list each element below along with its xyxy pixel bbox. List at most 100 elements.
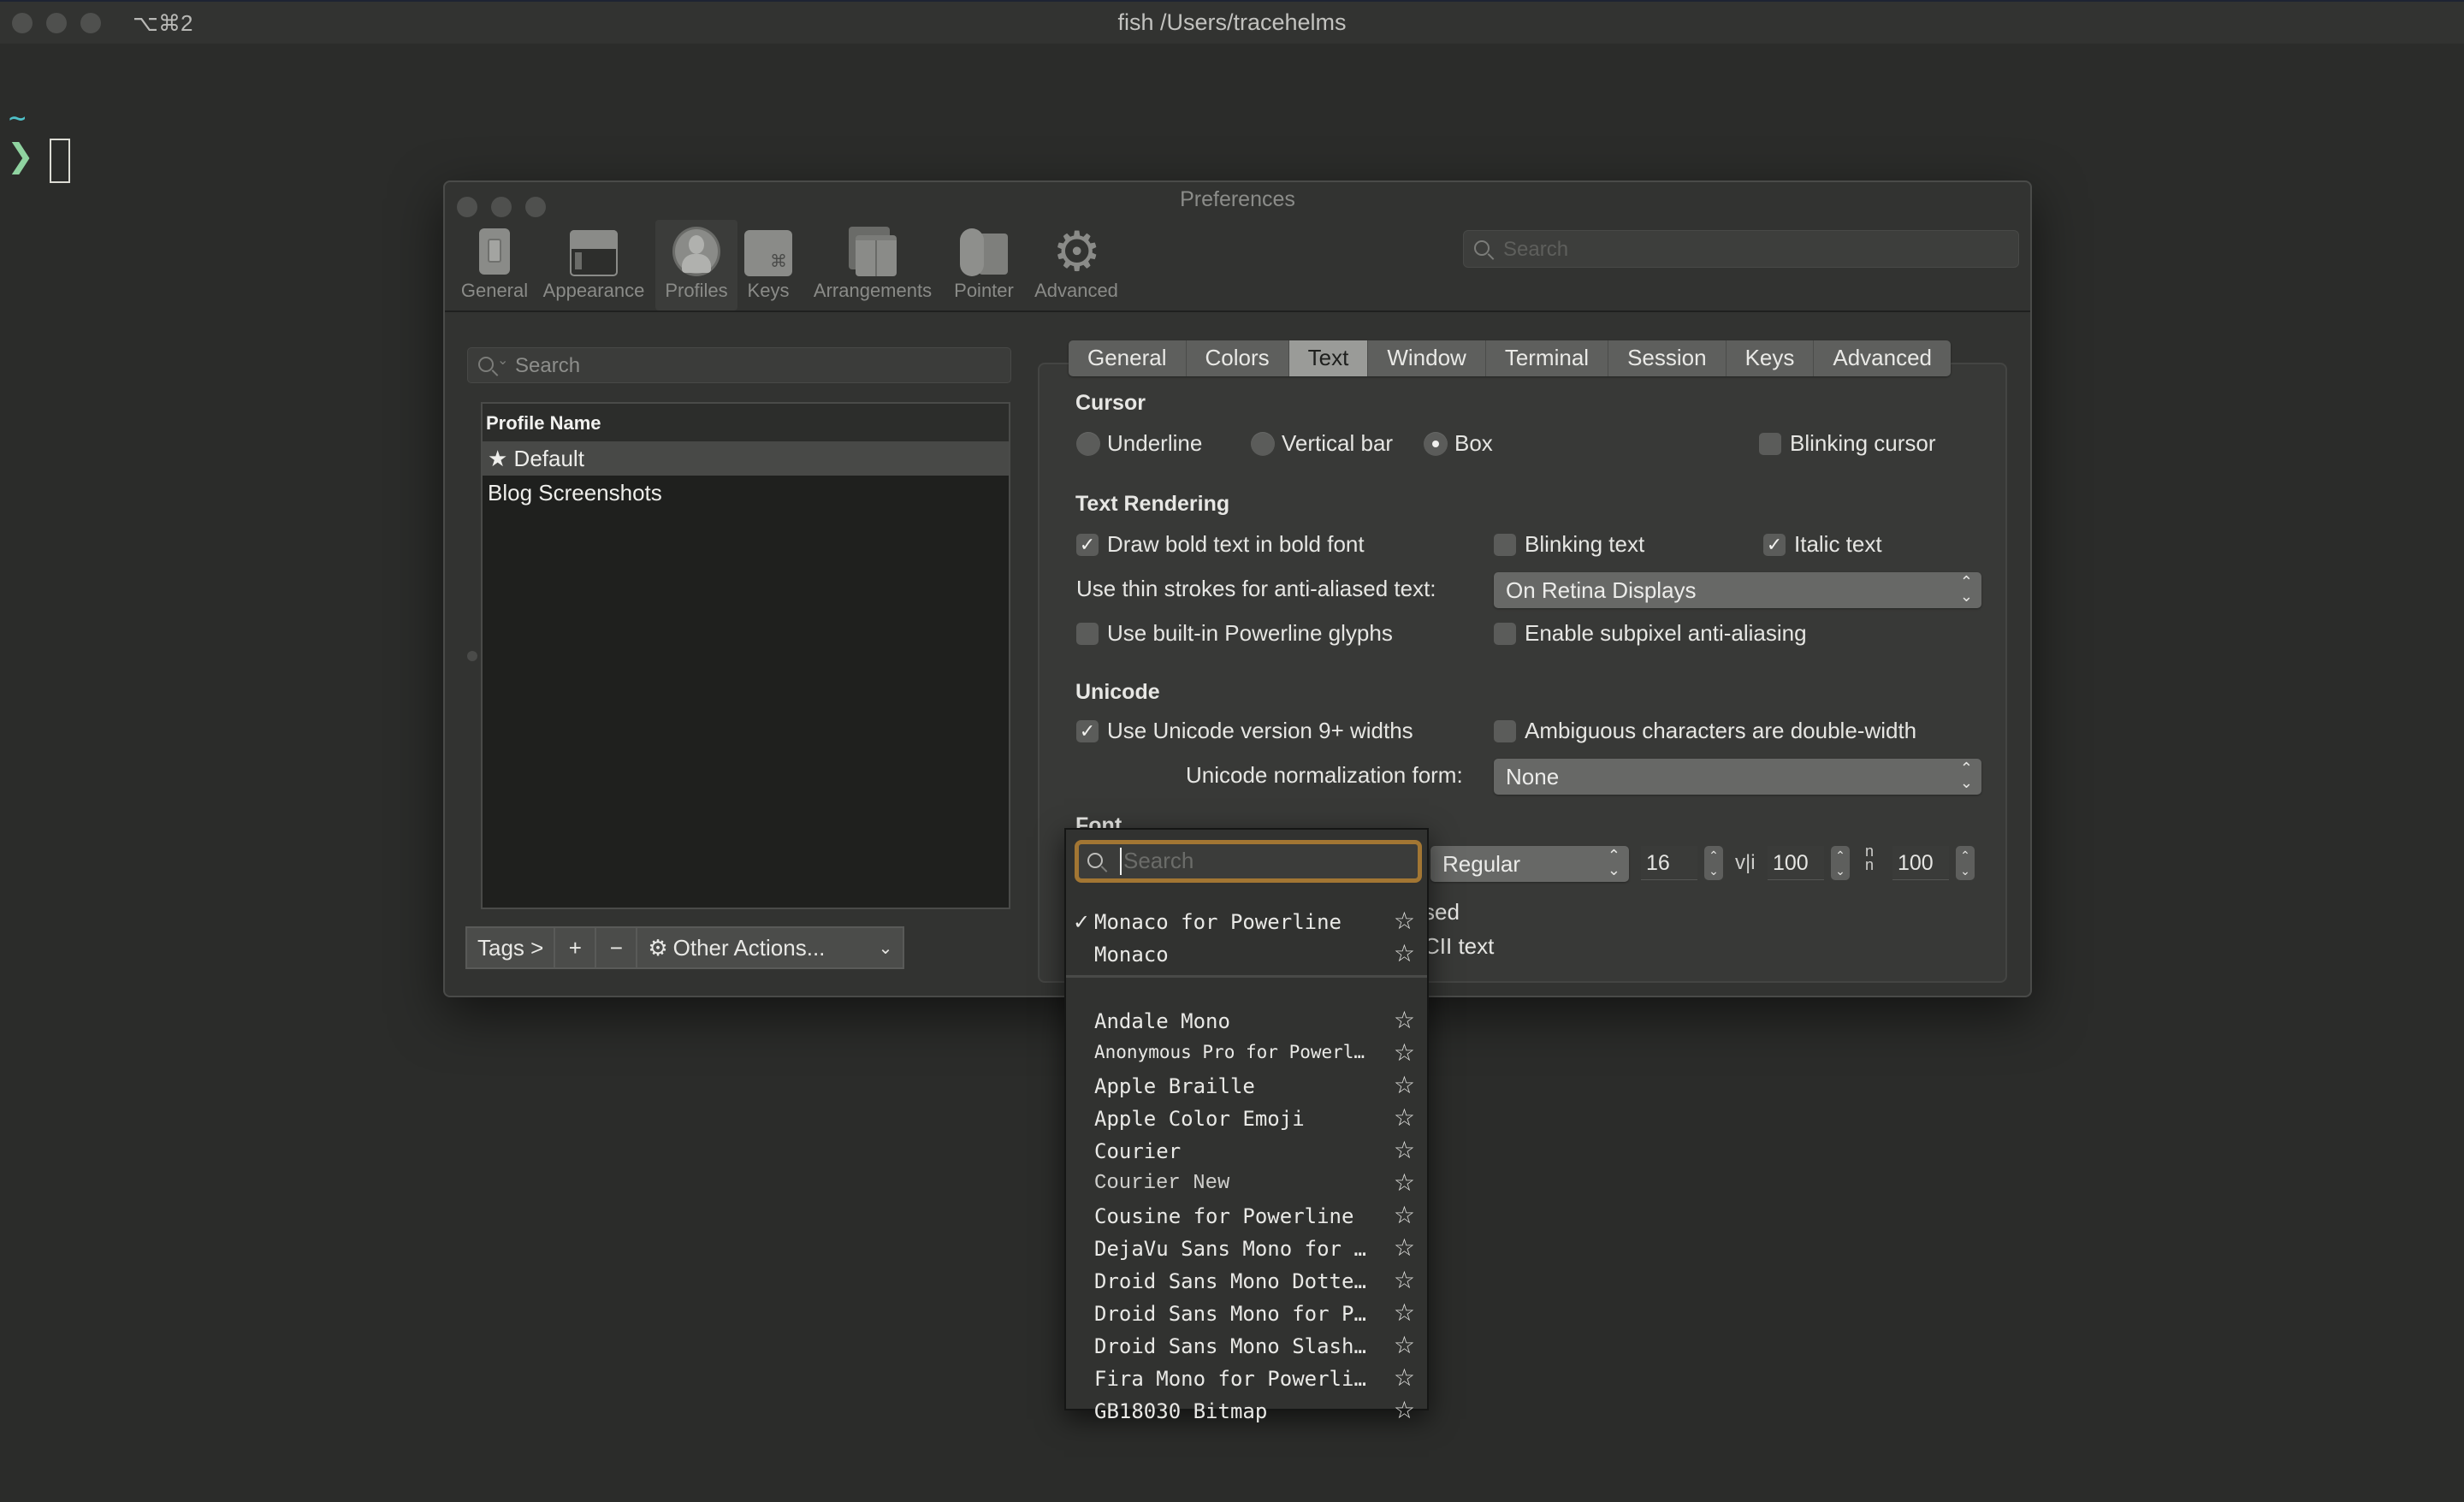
tab-advanced[interactable]: Advanced — [1814, 340, 1951, 376]
font-item[interactable]: Fira Mono for Powerline ☆ — [1066, 1363, 1427, 1398]
font-item[interactable]: Andale Mono ☆ — [1066, 1006, 1427, 1040]
hidden-option-text: CII text — [1424, 933, 1495, 959]
font-item[interactable]: DejaVu Sans Mono for P… ☆ — [1066, 1233, 1427, 1268]
other-actions-dropdown[interactable]: ⚙ Other Actions... ⌄ — [637, 928, 903, 967]
arrangements-windows-icon — [849, 227, 897, 276]
font-search-input[interactable]: Search — [1075, 840, 1422, 883]
font-list-divider — [1066, 975, 1427, 978]
toolbar-general[interactable]: General — [455, 220, 534, 310]
font-size-stepper[interactable]: ⌃ ⌄ — [1704, 846, 1723, 880]
tab-keys[interactable]: Keys — [1727, 340, 1815, 376]
star-outline-icon[interactable]: ☆ — [1394, 1331, 1415, 1359]
profile-search-input[interactable]: ⌄ Search — [467, 347, 1011, 383]
thin-strokes-select[interactable]: On Retina Displays ⌃ ⌄ — [1494, 572, 1981, 608]
blinking-cursor-checkbox[interactable]: Blinking cursor — [1759, 430, 1936, 457]
star-outline-icon[interactable]: ☆ — [1394, 1168, 1415, 1197]
font-item[interactable]: Cousine for Powerline ☆ — [1066, 1201, 1427, 1235]
profile-tabs: General Colors Text Window Terminal Sess… — [1069, 340, 1952, 376]
horizontal-spacing-icon: v|i — [1735, 851, 1756, 874]
star-outline-icon[interactable]: ☆ — [1394, 1103, 1415, 1132]
remove-profile-button[interactable]: − — [596, 928, 638, 967]
tab-general[interactable]: General — [1069, 340, 1187, 376]
toolbar-advanced[interactable]: ⚙ Advanced — [1028, 220, 1124, 310]
draw-bold-checkbox[interactable]: ✓ Draw bold text in bold font — [1076, 531, 1365, 558]
star-outline-icon[interactable]: ☆ — [1394, 939, 1415, 967]
tab-colors[interactable]: Colors — [1187, 340, 1289, 376]
profile-name: Blog Screenshots — [488, 480, 662, 506]
checkmark-icon: ✓ — [1763, 533, 1786, 556]
tab-terminal[interactable]: Terminal — [1486, 340, 1609, 376]
terminal-cursor — [50, 139, 70, 183]
chevron-down-icon: ⌄ — [497, 353, 509, 368]
star-outline-icon[interactable]: ☆ — [1394, 1233, 1415, 1262]
tags-button[interactable]: Tags > — [467, 928, 556, 967]
vertical-spacing-stepper[interactable]: ⌃ ⌄ — [1956, 846, 1975, 880]
blinking-text-checkbox[interactable]: Blinking text — [1494, 531, 1644, 558]
normalization-label: Unicode normalization form: — [1186, 762, 1463, 788]
horizontal-spacing-stepper[interactable]: ⌃ ⌄ — [1831, 846, 1850, 880]
prefs-search-input[interactable]: Search — [1463, 230, 2019, 268]
vertical-spacing-field[interactable]: 100 — [1892, 846, 1949, 880]
star-outline-icon[interactable]: ☆ — [1394, 907, 1415, 935]
star-outline-icon[interactable]: ☆ — [1394, 1298, 1415, 1327]
subpixel-aa-checkbox[interactable]: Enable subpixel anti-aliasing — [1494, 620, 1807, 647]
text-caret — [1120, 848, 1122, 875]
checkmark-icon: ✓ — [1073, 910, 1091, 934]
font-picker-popup: Search ✓ Monaco for Powerline ☆ Monaco ☆… — [1064, 828, 1429, 1424]
font-item[interactable]: Courier New ☆ — [1066, 1168, 1427, 1203]
chevron-down-icon: ⌄ — [878, 938, 893, 958]
checkbox-icon — [1759, 432, 1781, 455]
tab-window[interactable]: Window — [1368, 340, 1486, 376]
add-profile-button[interactable]: + — [555, 928, 597, 967]
general-switch-icon — [471, 227, 518, 276]
cursor-vertical-bar-radio[interactable]: Vertical bar — [1251, 430, 1393, 457]
star-outline-icon[interactable]: ☆ — [1394, 1038, 1415, 1067]
toolbar-pointer[interactable]: Pointer — [948, 220, 1020, 310]
font-item-recent[interactable]: ✓ Monaco for Powerline ☆ — [1066, 907, 1427, 941]
prefs-title: Preferences — [1180, 187, 1295, 211]
font-size-field[interactable]: 16 — [1641, 846, 1697, 880]
profile-row-blog-screenshots[interactable]: Blog Screenshots — [483, 476, 1009, 510]
font-item[interactable]: Droid Sans Mono Dotted… ☆ — [1066, 1266, 1427, 1300]
font-item[interactable]: Droid Sans Mono for Po… ☆ — [1066, 1298, 1427, 1333]
cursor-box-radio[interactable]: Box — [1424, 430, 1493, 457]
unicode-heading: Unicode — [1075, 680, 1160, 704]
font-item-recent[interactable]: Monaco ☆ — [1066, 939, 1427, 973]
star-outline-icon[interactable]: ☆ — [1394, 1363, 1415, 1392]
gear-icon: ⚙ — [648, 934, 668, 961]
star-outline-icon[interactable]: ☆ — [1394, 1071, 1415, 1099]
font-item[interactable]: Anonymous Pro for Powerl… ☆ — [1066, 1038, 1427, 1073]
radio-selected-icon — [1424, 431, 1448, 456]
toolbar-profiles[interactable]: Profiles — [655, 220, 737, 310]
star-outline-icon[interactable]: ☆ — [1394, 1136, 1415, 1164]
toolbar-arrangements[interactable]: Arrangements — [806, 220, 939, 310]
star-outline-icon[interactable]: ☆ — [1394, 1266, 1415, 1294]
splitter-handle[interactable] — [467, 651, 477, 661]
profile-row-default[interactable]: ★ Default — [483, 441, 1009, 476]
ambiguous-width-checkbox[interactable]: Ambiguous characters are double-width — [1494, 718, 1916, 744]
profile-actions-bar: Tags > + − ⚙ Other Actions... ⌄ — [465, 926, 905, 969]
star-outline-icon[interactable]: ☆ — [1394, 1396, 1415, 1424]
star-icon: ★ — [488, 446, 508, 471]
font-item[interactable]: Courier ☆ — [1066, 1136, 1427, 1170]
star-outline-icon[interactable]: ☆ — [1394, 1006, 1415, 1034]
profile-name-header[interactable]: Profile Name — [483, 404, 1009, 441]
star-outline-icon[interactable]: ☆ — [1394, 1201, 1415, 1229]
normalization-select[interactable]: None ⌃ ⌄ — [1494, 759, 1981, 795]
italic-text-checkbox[interactable]: ✓ Italic text — [1763, 531, 1882, 558]
powerline-glyphs-checkbox[interactable]: Use built-in Powerline glyphs — [1076, 620, 1393, 647]
unicode-v9-checkbox[interactable]: ✓ Use Unicode version 9+ widths — [1076, 718, 1413, 744]
tab-text[interactable]: Text — [1288, 340, 1369, 376]
toolbar-keys[interactable]: ⌘ Keys — [741, 220, 796, 310]
font-weight-select[interactable]: Regular ⌃ ⌄ — [1430, 846, 1629, 882]
profile-list: Profile Name ★ Default Blog Screenshots — [481, 402, 1010, 909]
font-item[interactable]: Apple Color Emoji ☆ — [1066, 1103, 1427, 1138]
font-item[interactable]: Apple Braille ☆ — [1066, 1071, 1427, 1105]
font-item[interactable]: Droid Sans Mono Slashe… ☆ — [1066, 1331, 1427, 1365]
toolbar-appearance[interactable]: Appearance — [537, 220, 650, 310]
font-item[interactable]: GB18030 Bitmap ☆ — [1066, 1396, 1427, 1430]
cursor-underline-radio[interactable]: Underline — [1076, 430, 1202, 457]
cursor-heading: Cursor — [1075, 391, 1146, 415]
tab-session[interactable]: Session — [1608, 340, 1727, 376]
horizontal-spacing-field[interactable]: 100 — [1768, 846, 1824, 880]
